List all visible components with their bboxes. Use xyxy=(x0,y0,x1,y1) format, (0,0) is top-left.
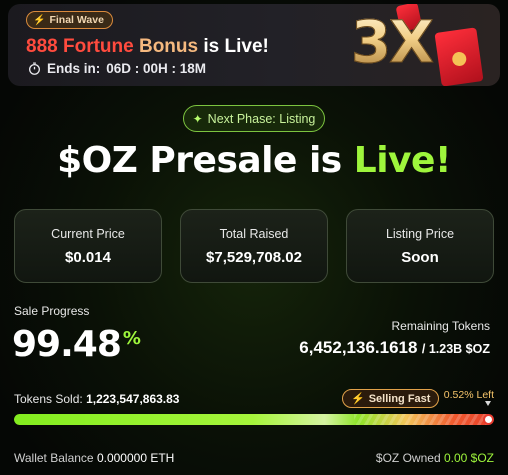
sale-progress-value: 99.48 xyxy=(12,324,122,365)
banner-title-live: is Live! xyxy=(203,36,269,57)
percent-left-label: 0.52% Left xyxy=(443,389,494,401)
sale-progress-fill xyxy=(14,414,494,425)
remaining-tokens: 6,452,136.1618 / 1.23B $OZ xyxy=(299,338,490,358)
current-price-card: Current Price $0.014 xyxy=(14,209,162,283)
banner-title-bonus: Bonus xyxy=(138,36,199,57)
listing-price-value: Soon xyxy=(401,249,439,266)
percent-sign: % xyxy=(122,328,141,349)
remaining-tokens-value: 6,452,136.1618 xyxy=(299,338,418,357)
lightning-icon: ⚡ xyxy=(33,14,46,26)
promo-art: 3X xyxy=(290,4,500,86)
total-raised-label: Total Raised xyxy=(219,227,289,241)
sale-progress-label: Sale Progress xyxy=(14,304,90,318)
countdown: Ends in: 06D : 00H : 18M xyxy=(28,61,206,76)
lightning-icon: ⚡ xyxy=(351,393,365,405)
current-price-value: $0.014 xyxy=(65,249,111,266)
listing-price-card: Listing Price Soon xyxy=(346,209,494,283)
next-phase-label: Next Phase: Listing xyxy=(207,111,316,126)
remaining-tokens-label: Remaining Tokens xyxy=(391,319,490,333)
tokens-sold: Tokens Sold: 1,223,547,863.83 xyxy=(14,392,179,406)
final-wave-badge: ⚡ Final Wave xyxy=(26,11,113,29)
selling-fast-label: Selling Fast xyxy=(368,392,431,405)
banner-title: 888 Fortune Bonus is Live! xyxy=(26,36,269,58)
countdown-value: 06D : 00H : 18M xyxy=(106,61,207,76)
listing-price-label: Listing Price xyxy=(385,227,455,241)
red-envelope-large xyxy=(434,27,484,86)
tokens-sold-label: Tokens Sold: xyxy=(14,392,83,406)
total-raised-card: Total Raised $7,529,708.02 xyxy=(180,209,328,283)
sparkle-icon: ✦ xyxy=(192,111,203,126)
caret-down-icon xyxy=(485,401,491,406)
presale-widget: ⚡ Final Wave 888 Fortune Bonus is Live! … xyxy=(0,0,508,475)
wallet-balance-value: 0.000000 ETH xyxy=(96,451,175,465)
final-wave-label: Final Wave xyxy=(49,14,104,26)
remaining-tokens-total: / 1.23B $OZ xyxy=(421,342,490,356)
tokens-sold-value: 1,223,547,863.83 xyxy=(86,392,180,406)
oz-owned-value: 0.00 $OZ xyxy=(443,451,494,465)
wallet-balance: Wallet Balance 0.000000 ETH xyxy=(14,451,174,465)
multiplier-3x: 3X xyxy=(350,8,434,77)
wallet-balance-label: Wallet Balance xyxy=(14,451,94,465)
oz-owned: $OZ Owned 0.00 $OZ xyxy=(376,451,494,465)
page-title: $OZ Presale is Live! xyxy=(0,140,508,181)
progress-stripes xyxy=(354,414,494,425)
headline-live: Live! xyxy=(353,140,452,181)
current-price-label: Current Price xyxy=(51,227,125,241)
promo-banner[interactable]: ⚡ Final Wave 888 Fortune Bonus is Live! … xyxy=(8,4,500,86)
selling-fast-badge: ⚡ Selling Fast xyxy=(342,389,440,408)
progress-end-marker xyxy=(483,414,494,425)
sale-progress-bar xyxy=(14,414,494,425)
next-phase-pill: ✦ Next Phase: Listing xyxy=(183,105,325,132)
stopwatch-icon xyxy=(29,62,40,75)
total-raised-value: $7,529,708.02 xyxy=(206,249,302,266)
headline-main: $OZ Presale is xyxy=(57,140,342,181)
oz-owned-label: $OZ Owned xyxy=(375,451,441,465)
sale-progress-percent: 99.48% xyxy=(12,324,141,365)
countdown-label: Ends in: xyxy=(47,61,101,76)
banner-title-fortune: 888 Fortune xyxy=(26,36,134,57)
